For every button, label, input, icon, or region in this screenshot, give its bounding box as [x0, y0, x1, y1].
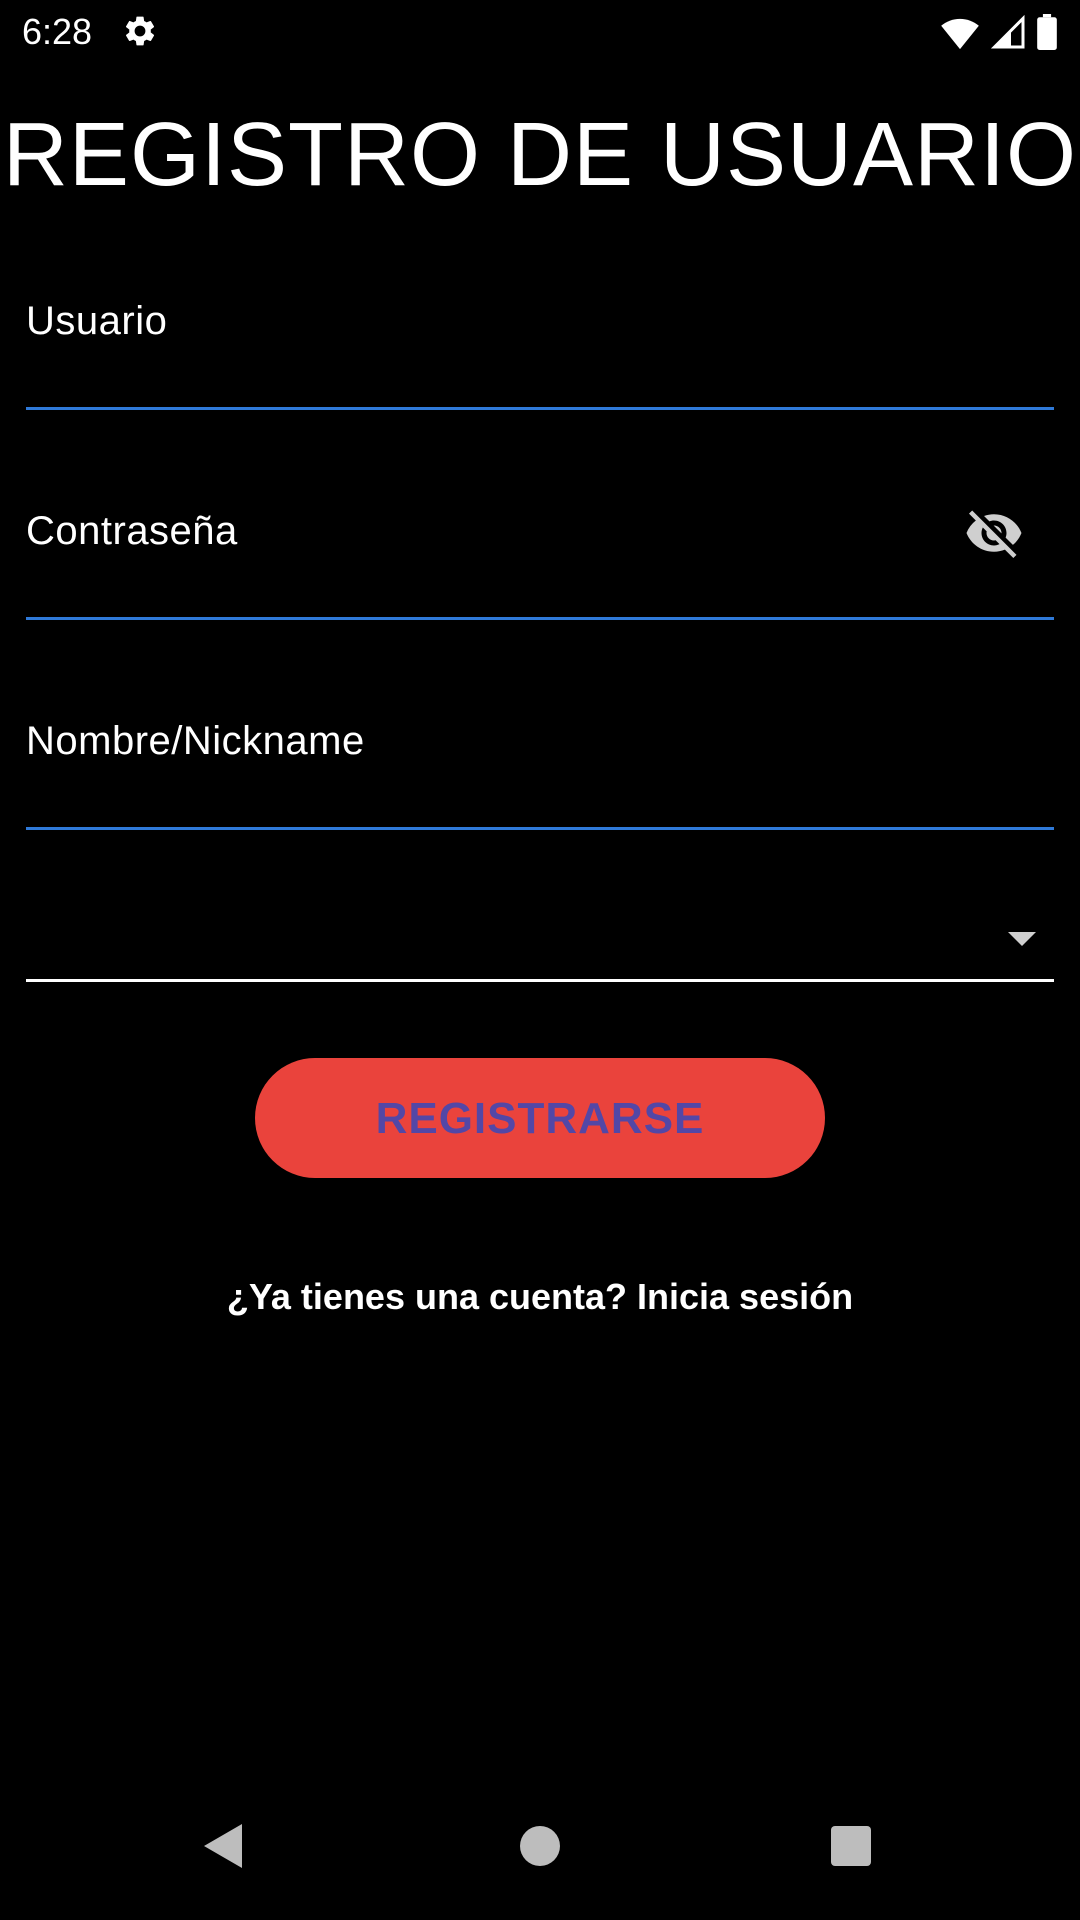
nickname-underline [26, 827, 1054, 830]
dropdown-underline [26, 979, 1054, 982]
wifi-icon [941, 18, 979, 50]
nickname-input[interactable] [26, 756, 1058, 828]
status-bar: 6:28 [0, 0, 1080, 64]
username-field[interactable]: Usuario [26, 296, 1058, 412]
gear-icon [126, 16, 155, 46]
username-underline [26, 407, 1054, 410]
arrow-drop-down-icon[interactable] [1008, 932, 1036, 946]
register-button[interactable]: REGISTRARSE [255, 1058, 825, 1178]
role-dropdown[interactable] [26, 860, 1054, 982]
registration-screen: 6:28 REGISTRO DE USUARIO Usuario Contras… [0, 0, 1080, 1920]
password-underline [26, 617, 1054, 620]
home-icon[interactable] [520, 1826, 560, 1866]
battery-icon [1037, 14, 1057, 50]
login-link[interactable]: ¿Ya tienes una cuenta? Inicia sesión [0, 1272, 1080, 1322]
password-input[interactable] [26, 546, 1058, 618]
signal-icon [990, 14, 1025, 49]
password-field[interactable]: Contraseña [26, 503, 1058, 622]
navigation-bar [0, 1788, 1080, 1920]
status-icons [940, 14, 1058, 50]
status-time: 6:28 [22, 11, 93, 52]
page-title: REGISTRO DE USUARIO [2, 105, 1078, 205]
eye-off-icon[interactable] [964, 503, 1024, 563]
recents-icon[interactable] [831, 1826, 871, 1866]
username-input[interactable] [26, 336, 1058, 408]
nickname-field[interactable]: Nombre/Nickname [26, 716, 1058, 832]
back-icon[interactable] [204, 1824, 242, 1868]
